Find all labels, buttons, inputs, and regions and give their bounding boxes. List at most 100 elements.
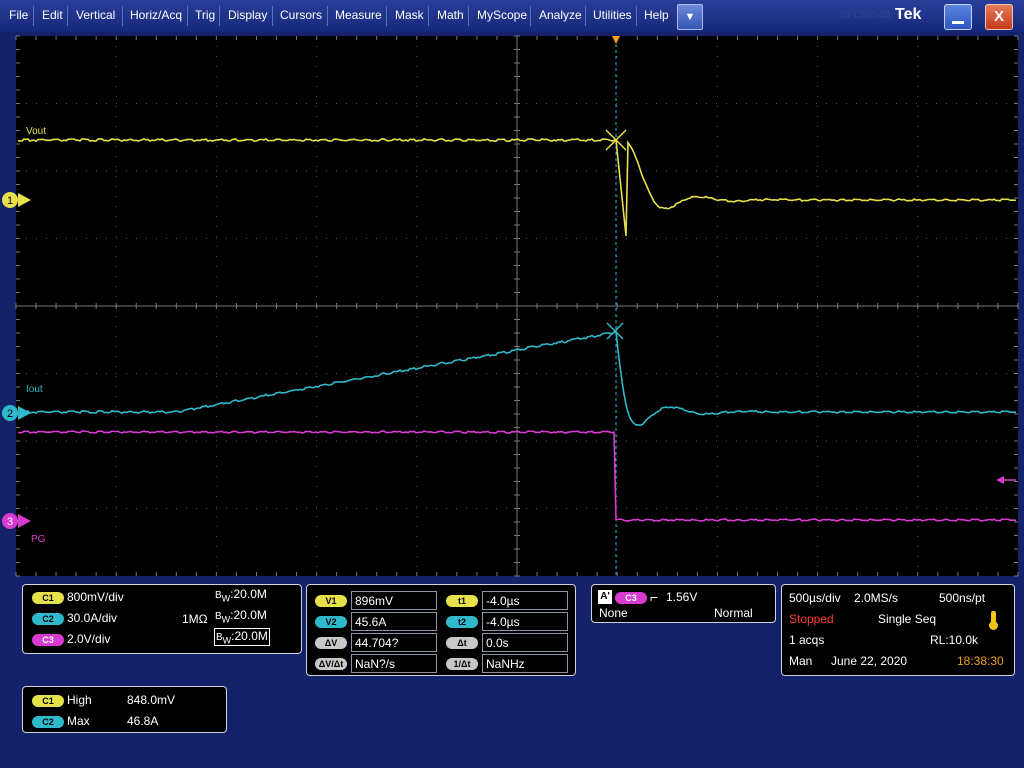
minimize-button[interactable]	[944, 4, 972, 30]
date: June 22, 2020	[831, 654, 908, 668]
bw-value: :20.0M	[231, 629, 268, 643]
sequence-mode: Single Seq	[878, 612, 937, 626]
t2-value: -4.0µs	[482, 612, 568, 631]
minimize-icon	[952, 21, 964, 24]
bw-value: :20.0M	[230, 608, 267, 622]
delta-v-dt-value: NaN?/s	[351, 654, 437, 673]
menu-separator	[33, 6, 34, 26]
menu-mask[interactable]: Mask	[395, 8, 424, 22]
measurement-1-chip: C1	[32, 695, 64, 707]
c1-scale: 800mV/div	[67, 590, 124, 604]
bw-b: B	[215, 611, 222, 622]
menu-horiz-acq[interactable]: Horiz/Acq	[130, 8, 182, 22]
menu-vertical[interactable]: Vertical	[76, 8, 115, 22]
time: 18:38:30	[957, 654, 1004, 668]
model-watermark: DPO5054B	[840, 10, 891, 21]
record-length: RL:10.0k	[930, 633, 979, 647]
measurement-1-value: 848.0mV	[127, 693, 176, 707]
menu-separator	[428, 6, 429, 26]
cursor-readout-panel[interactable]: V1 896mV V2 45.6A ΔV 44.704? ΔV/Δt NaN?/…	[306, 584, 576, 676]
c2-marker-number: 2	[7, 408, 13, 420]
c2-chip[interactable]: C2	[32, 613, 64, 625]
menu-separator	[272, 6, 273, 26]
sample-rate: 2.0MS/s	[854, 591, 899, 605]
menu-separator	[530, 6, 531, 26]
trigger-a-label: A'	[598, 590, 612, 604]
measurement-2-name: Max	[67, 714, 90, 728]
menu-separator	[585, 6, 586, 26]
menu-analyze[interactable]: Analyze	[539, 8, 582, 22]
menu-bar: File Edit Vertical Horiz/Acq Trig Displa…	[0, 0, 1024, 32]
bw-value: :20.0M	[230, 587, 267, 601]
c3-marker-number: 3	[7, 516, 13, 528]
menu-utilities[interactable]: Utilities	[593, 8, 632, 22]
menu-myscope[interactable]: MyScope	[477, 8, 527, 22]
v2-chip: V2	[315, 616, 347, 628]
inverse-delta-t-chip: 1/Δt	[446, 658, 478, 670]
acquisition-count: 1 acqs	[789, 633, 825, 647]
menu-separator	[67, 6, 68, 26]
menu-separator	[187, 6, 188, 26]
c3-scale: 2.0V/div	[67, 632, 111, 646]
measurement-2-chip: C2	[32, 716, 64, 728]
c1-marker-number: 1	[7, 195, 13, 207]
manual-mode: Man	[789, 654, 813, 668]
v2-value: 45.6A	[351, 612, 437, 631]
c2-trace-label: Iout	[26, 384, 43, 395]
menu-math[interactable]: Math	[437, 8, 464, 22]
menu-separator	[327, 6, 328, 26]
inverse-delta-t-value: NaNHz	[482, 654, 568, 673]
c3-chip[interactable]: C3	[32, 634, 64, 646]
menu-separator	[219, 6, 220, 26]
menu-separator	[122, 6, 123, 26]
menu-file[interactable]: File	[9, 8, 28, 22]
thermometer-bulb	[989, 621, 998, 630]
delta-t-value: 0.0s	[482, 633, 568, 652]
trigger-panel[interactable]: A' C3 ⌐ 1.56V None Normal	[591, 584, 776, 623]
measurement-2-value: 46.8A	[127, 714, 159, 728]
delta-t-chip: Δt	[446, 637, 478, 649]
close-button[interactable]: X	[985, 4, 1013, 30]
c3-trace-label: PG	[31, 534, 46, 545]
c1-bandwidth: BW:20.0M	[215, 587, 267, 603]
waveform-display[interactable]: Vout Iout PG 1 2 3	[0, 32, 1024, 580]
trigger-source-chip: C3	[615, 592, 647, 604]
v1-chip: V1	[315, 595, 347, 607]
resolution: 500ns/pt	[939, 591, 986, 605]
t1-chip: t1	[446, 595, 478, 607]
measurement-1-name: High	[67, 693, 92, 707]
delta-v-value: 44.704?	[351, 633, 437, 652]
timebase: 500µs/div	[789, 591, 841, 605]
c1-chip[interactable]: C1	[32, 592, 64, 604]
c1-trace-label: Vout	[26, 126, 46, 137]
measurement-panel[interactable]: C1 High 848.0mV C2 Max 46.8A	[22, 686, 227, 733]
menu-separator	[468, 6, 469, 26]
menu-cursors[interactable]: Cursors	[280, 8, 322, 22]
t1-value: -4.0µs	[482, 591, 568, 610]
channel-settings-panel[interactable]: C1 800mV/div BW:20.0M C2 30.0A/div 1MΩ B…	[22, 584, 302, 654]
menu-dropdown-button[interactable]: ▼	[677, 4, 703, 30]
acquisition-panel[interactable]: 500µs/div 2.0MS/s 500ns/pt Stopped Singl…	[781, 584, 1015, 676]
menu-separator	[636, 6, 637, 26]
bw-w: W	[221, 593, 231, 604]
menu-help[interactable]: Help	[644, 8, 669, 22]
menu-separator	[386, 6, 387, 26]
menu-trig[interactable]: Trig	[195, 8, 215, 22]
trigger-slope-icon: ⌐	[650, 589, 659, 605]
acquisition-state: Stopped	[789, 612, 834, 626]
trigger-mode: Normal	[714, 606, 753, 620]
brand-logo: Tek	[895, 6, 922, 23]
bw-w: W	[221, 614, 231, 625]
c3-bandwidth[interactable]: BW:20.0M	[214, 628, 270, 647]
bw-b: B	[215, 590, 222, 601]
menu-edit[interactable]: Edit	[42, 8, 63, 22]
t2-chip: t2	[446, 616, 478, 628]
c2-bandwidth: BW:20.0M	[215, 608, 267, 624]
menu-measure[interactable]: Measure	[335, 8, 382, 22]
bw-b: B	[216, 632, 223, 643]
c2-impedance: 1MΩ	[182, 612, 208, 626]
delta-v-chip: ΔV	[315, 637, 347, 649]
menu-display[interactable]: Display	[228, 8, 267, 22]
trigger-level: 1.56V	[666, 590, 698, 604]
delta-v-dt-chip: ΔV/Δt	[315, 658, 347, 670]
